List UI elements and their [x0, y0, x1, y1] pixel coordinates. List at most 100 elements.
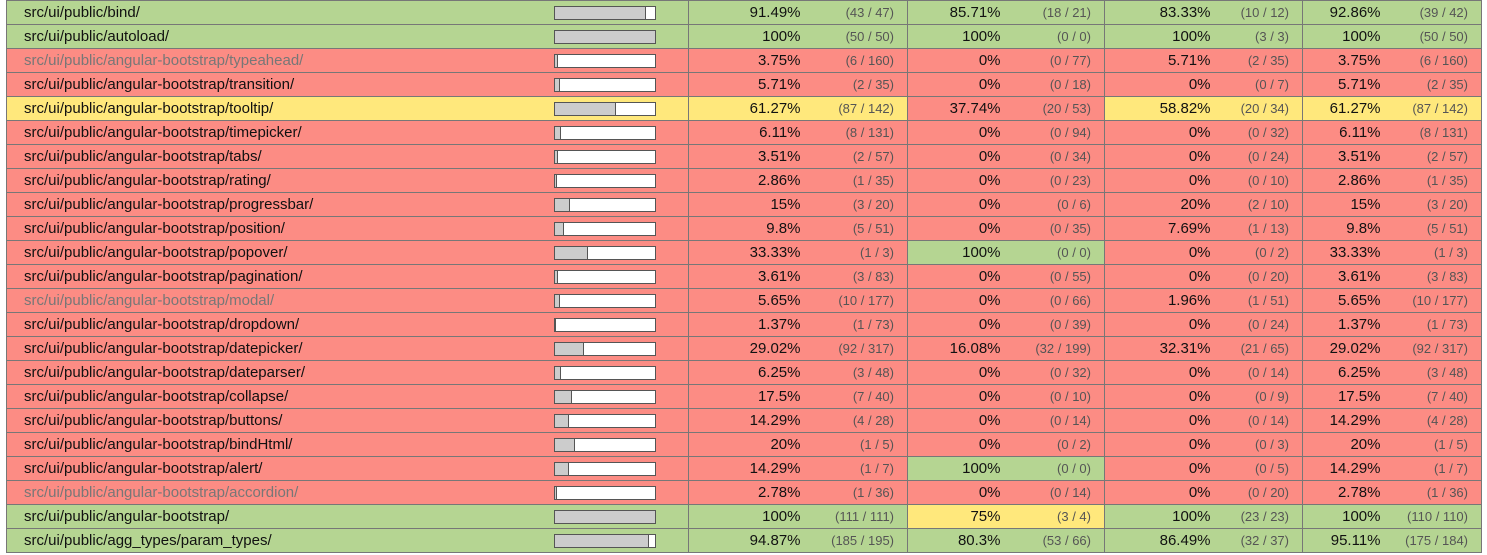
file-link[interactable]: src/ui/public/angular-bootstrap/rating/	[24, 172, 271, 189]
coverage-bar-fill	[554, 486, 558, 499]
lines-count: (10 / 177)	[1380, 288, 1482, 313]
lines-count: (1 / 5)	[1380, 432, 1482, 457]
coverage-bar-fill	[554, 174, 558, 187]
branches-count: (0 / 66)	[1000, 288, 1105, 313]
file-link[interactable]: src/ui/public/angular-bootstrap/bindHtml…	[24, 436, 292, 453]
statements-pct: 5.65%	[688, 288, 801, 313]
lines-count: (1 / 36)	[1380, 480, 1482, 505]
branches-pct: 0%	[907, 360, 1001, 385]
file-link[interactable]: src/ui/public/angular-bootstrap/buttons/	[24, 412, 282, 429]
lines-count: (3 / 83)	[1380, 264, 1482, 289]
coverage-bar	[553, 221, 656, 236]
coverage-bar-fill	[554, 294, 561, 307]
file-cell: src/ui/public/angular-bootstrap/buttons/	[6, 408, 546, 433]
file-link[interactable]: src/ui/public/angular-bootstrap/dropdown…	[24, 316, 299, 333]
lines-count: (92 / 317)	[1380, 336, 1482, 361]
coverage-bar-cell	[545, 456, 689, 481]
file-link[interactable]: src/ui/public/bind/	[24, 4, 140, 21]
lines-pct: 3.75%	[1302, 48, 1381, 73]
file-link[interactable]: src/ui/public/angular-bootstrap/typeahea…	[24, 52, 303, 69]
coverage-bar-cell	[545, 216, 689, 241]
file-link[interactable]: src/ui/public/angular-bootstrap/paginati…	[24, 268, 303, 285]
file-cell: src/ui/public/autoload/	[6, 24, 546, 49]
file-link[interactable]: src/ui/public/angular-bootstrap/collapse…	[24, 388, 288, 405]
functions-count: (3 / 3)	[1210, 24, 1303, 49]
file-link[interactable]: src/ui/public/angular-bootstrap/alert/	[24, 460, 262, 477]
file-cell: src/ui/public/angular-bootstrap/dropdown…	[6, 312, 546, 337]
branches-count: (0 / 6)	[1000, 192, 1105, 217]
functions-count: (0 / 5)	[1210, 456, 1303, 481]
branches-pct: 80.3%	[907, 528, 1001, 553]
lines-pct: 6.25%	[1302, 360, 1381, 385]
file-cell: src/ui/public/angular-bootstrap/datepars…	[6, 360, 546, 385]
statements-pct: 6.11%	[688, 120, 801, 145]
functions-count: (23 / 23)	[1210, 504, 1303, 529]
file-link[interactable]: src/ui/public/autoload/	[24, 28, 169, 45]
functions-pct: 0%	[1104, 384, 1211, 409]
file-link[interactable]: src/ui/public/agg_types/param_types/	[24, 532, 272, 549]
functions-count: (0 / 2)	[1210, 240, 1303, 265]
statements-pct: 100%	[688, 504, 801, 529]
branches-pct: 0%	[907, 432, 1001, 457]
statements-pct: 15%	[688, 192, 801, 217]
file-cell: src/ui/public/angular-bootstrap/rating/	[6, 168, 546, 193]
file-link[interactable]: src/ui/public/angular-bootstrap/position…	[24, 220, 285, 237]
file-link[interactable]: src/ui/public/angular-bootstrap/timepick…	[24, 124, 302, 141]
lines-pct: 3.61%	[1302, 264, 1381, 289]
functions-pct: 83.33%	[1104, 0, 1211, 25]
branches-count: (0 / 35)	[1000, 216, 1105, 241]
file-link[interactable]: src/ui/public/angular-bootstrap/tabs/	[24, 148, 262, 165]
coverage-bar-fill	[554, 78, 561, 91]
functions-count: (0 / 10)	[1210, 168, 1303, 193]
branches-pct: 0%	[907, 72, 1001, 97]
functions-pct: 0%	[1104, 312, 1211, 337]
lines-pct: 29.02%	[1302, 336, 1381, 361]
table-row: src/ui/public/angular-bootstrap/rating/2…	[6, 168, 1482, 193]
coverage-bar-fill	[554, 366, 561, 379]
statements-pct: 94.87%	[688, 528, 801, 553]
lines-count: (1 / 73)	[1380, 312, 1482, 337]
statements-pct: 17.5%	[688, 384, 801, 409]
statements-count: (111 / 111)	[800, 504, 908, 529]
coverage-bar-fill	[554, 126, 561, 139]
table-row: src/ui/public/angular-bootstrap/buttons/…	[6, 408, 1482, 433]
table-row: src/ui/public/agg_types/param_types/94.8…	[6, 528, 1482, 553]
statements-pct: 29.02%	[688, 336, 801, 361]
file-link[interactable]: src/ui/public/angular-bootstrap/transiti…	[24, 76, 294, 93]
coverage-bar	[553, 101, 656, 116]
file-link[interactable]: src/ui/public/angular-bootstrap/datepick…	[24, 340, 302, 357]
file-link[interactable]: src/ui/public/angular-bootstrap/	[24, 508, 229, 525]
statements-pct: 100%	[688, 24, 801, 49]
branches-count: (0 / 0)	[1000, 24, 1105, 49]
statements-pct: 14.29%	[688, 408, 801, 433]
branches-pct: 0%	[907, 384, 1001, 409]
statements-count: (50 / 50)	[800, 24, 908, 49]
file-link[interactable]: src/ui/public/angular-bootstrap/progress…	[24, 196, 313, 213]
table-row: src/ui/public/angular-bootstrap/bindHtml…	[6, 432, 1482, 457]
file-link[interactable]: src/ui/public/angular-bootstrap/datepars…	[24, 364, 305, 381]
statements-count: (2 / 57)	[800, 144, 908, 169]
functions-pct: 32.31%	[1104, 336, 1211, 361]
lines-count: (175 / 184)	[1380, 528, 1482, 553]
lines-pct: 14.29%	[1302, 456, 1381, 481]
file-link[interactable]: src/ui/public/angular-bootstrap/popover/	[24, 244, 287, 261]
coverage-bar-fill	[554, 414, 569, 427]
coverage-bar-cell	[545, 168, 689, 193]
coverage-bar-fill	[554, 6, 646, 19]
statements-count: (4 / 28)	[800, 408, 908, 433]
coverage-bar-fill	[554, 390, 572, 403]
file-link[interactable]: src/ui/public/angular-bootstrap/modal/	[24, 292, 274, 309]
coverage-bar	[553, 485, 656, 500]
lines-count: (2 / 57)	[1380, 144, 1482, 169]
file-link[interactable]: src/ui/public/angular-bootstrap/accordio…	[24, 484, 298, 501]
coverage-bar-fill	[554, 54, 559, 67]
coverage-bar	[553, 389, 656, 404]
branches-pct: 0%	[907, 216, 1001, 241]
branches-pct: 16.08%	[907, 336, 1001, 361]
file-link[interactable]: src/ui/public/angular-bootstrap/tooltip/	[24, 100, 273, 117]
branches-count: (0 / 94)	[1000, 120, 1105, 145]
coverage-bar-fill	[554, 222, 565, 235]
coverage-bar	[553, 5, 656, 20]
coverage-bar-fill	[554, 150, 558, 163]
coverage-bar-fill	[554, 510, 655, 523]
